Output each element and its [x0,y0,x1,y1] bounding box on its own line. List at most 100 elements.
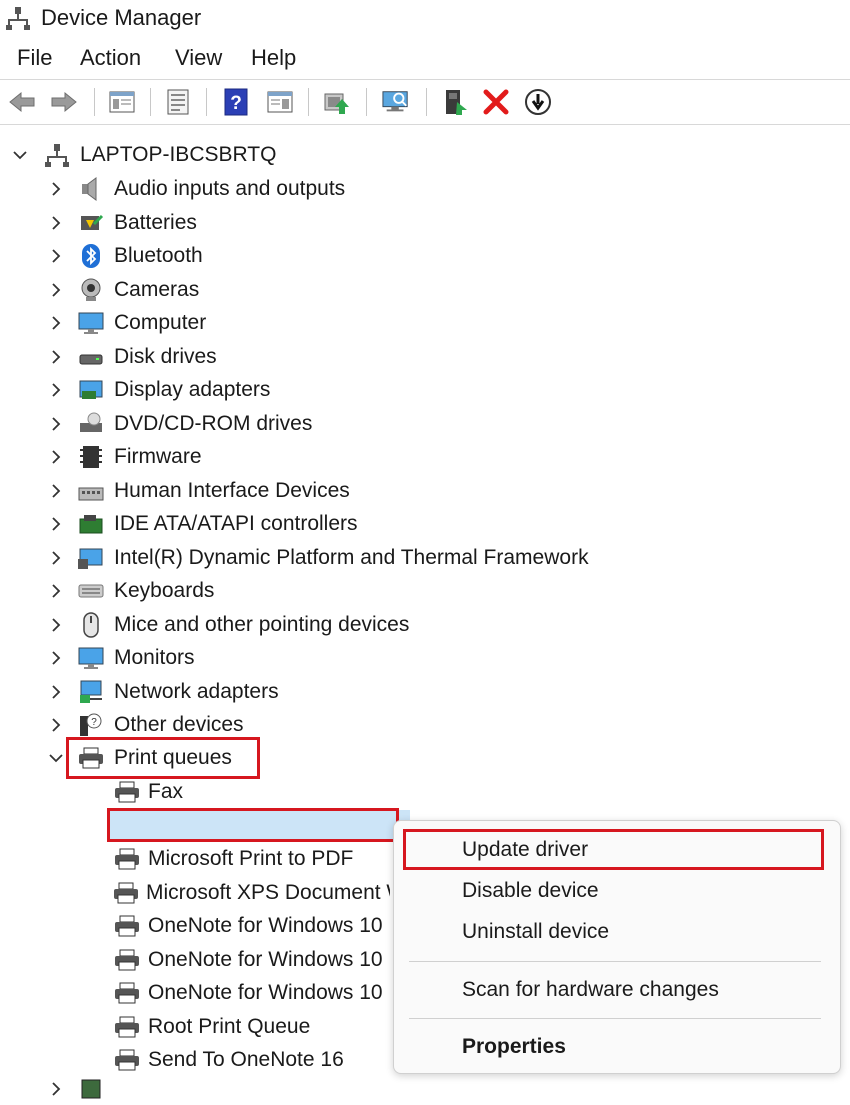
tree-item-category[interactable]: Bluetooth [48,240,203,272]
monitor-icon [76,644,106,672]
chevron-right-icon[interactable] [48,416,64,432]
title-bar: Device Manager [0,0,850,38]
tree-item-printer[interactable]: OneNote for Windows 10 [112,910,390,942]
toolbar-separator [426,88,427,116]
chevron-right-icon[interactable] [48,684,64,700]
menu-update-driver[interactable]: Update driver [462,838,588,862]
tree-item-printer[interactable]: OneNote for Windows 10 [112,944,390,976]
printer-label: OneNote for Windows 10 [148,914,383,937]
menu-action[interactable]: Action [80,45,141,71]
menu-disable-device[interactable]: Disable device [462,879,599,903]
chevron-right-icon[interactable] [48,349,64,365]
chevron-down-icon[interactable] [48,750,64,766]
scan-hardware-icon[interactable] [382,88,410,116]
category-label: DVD/CD-ROM drives [114,411,313,435]
network-adapter-icon [76,678,106,706]
chevron-right-icon[interactable] [48,181,64,197]
tree-item-category[interactable]: Firmware [48,441,202,473]
computer-tree-icon [42,141,72,169]
toolbar-separator [366,88,367,116]
menu-view[interactable]: View [175,45,222,71]
chevron-right-icon[interactable] [48,717,64,733]
window-title: Device Manager [41,5,202,30]
tree-item-category[interactable]: Network adapters [48,676,279,708]
camera-icon [76,276,106,304]
category-label: Disk drives [114,344,217,368]
toolbar-separator [94,88,95,116]
category-label: Bluetooth [114,244,203,267]
update-driver-icon[interactable] [322,88,350,116]
category-label: IDE ATA/ATAPI controllers [114,512,358,535]
printer-icon [112,1046,142,1074]
toolbar-separator [150,88,151,116]
chevron-right-icon[interactable] [48,449,64,465]
tree-item-category[interactable]: Disk drives [48,341,217,373]
chevron-right-icon[interactable] [48,315,64,331]
tree-item-partial[interactable] [48,1073,106,1105]
disable-device-icon[interactable] [524,88,552,116]
chevron-right-icon[interactable] [48,550,64,566]
category-label: Intel(R) Dynamic Platform and Thermal Fr… [114,545,589,569]
menu-help[interactable]: Help [251,45,296,71]
tree-item-printer[interactable]: Fax [112,776,442,808]
printer-label: Microsoft Print to PDF [148,847,354,870]
tree-item-print-queues[interactable]: Print queues [48,742,232,774]
tree-item-printer[interactable]: OneNote for Windows 10 [112,977,390,1009]
menu-scan-hardware[interactable]: Scan for hardware changes [462,978,719,1002]
tree-item-category[interactable]: IDE ATA/ATAPI controllers [48,508,358,540]
printer-icon [112,845,142,873]
printer-label: OneNote for Windows 10 [148,981,383,1004]
chevron-right-icon[interactable] [48,516,64,532]
tree-item-category[interactable]: DVD/CD-ROM drives [48,408,312,440]
tree-item-category[interactable]: Mice and other pointing devices [48,609,409,641]
chevron-right-icon[interactable] [48,617,64,633]
category-label: Firmware [114,445,202,468]
chevron-right-icon[interactable] [48,483,64,499]
chevron-right-icon[interactable] [48,650,64,666]
action-pane-icon[interactable] [266,88,294,116]
toolbar: ? [0,79,850,125]
tree-item-category[interactable]: Keyboards [48,575,214,607]
computer-name: LAPTOP-IBCSBRTQ [80,143,277,166]
hid-icon [76,477,106,505]
chevron-right-icon[interactable] [48,248,64,264]
toolbar-separator [308,88,309,116]
printer-label: Send To OneNote 16 [148,1048,344,1071]
thermal-framework-icon [76,544,106,572]
tree-item-category[interactable]: Audio inputs and outputs [48,173,345,205]
keyboard-icon [76,577,106,605]
printer-icon [112,946,142,974]
chevron-right-icon[interactable] [48,382,64,398]
back-icon[interactable] [8,88,36,116]
chevron-right-icon[interactable] [48,583,64,599]
tree-item-category[interactable]: Cameras [48,274,199,306]
chevron-right-icon[interactable] [48,282,64,298]
svg-text:?: ? [91,717,97,728]
show-hide-console-tree-icon[interactable] [108,88,136,116]
enable-device-icon[interactable] [442,88,470,116]
tree-item-category[interactable]: Human Interface Devices [48,475,350,507]
printer-label: OneNote for Windows 10 [148,947,383,971]
tree-item-category[interactable]: Computer [48,307,206,339]
properties-icon[interactable] [164,88,192,116]
tree-root[interactable]: LAPTOP-IBCSBRTQ [12,139,276,171]
chevron-right-icon[interactable] [48,1081,64,1097]
menu-properties[interactable]: Properties [462,1035,566,1059]
tree-item-category[interactable]: Intel(R) Dynamic Platform and Thermal Fr… [48,542,589,574]
menu-bar: File Action View Help [0,40,850,76]
tree-item-category[interactable]: Batteries [48,207,197,239]
tree-item-category[interactable]: Display adapters [48,374,270,406]
printer-icon [112,879,140,907]
menu-uninstall-device[interactable]: Uninstall device [462,920,609,944]
tree-item-printer[interactable]: Microsoft XPS Document Writer [112,877,390,909]
help-icon[interactable]: ? [222,88,250,116]
chevron-right-icon[interactable] [48,215,64,231]
printer-icon [112,979,142,1007]
processor-icon [76,1075,106,1103]
highlight-box [107,808,399,842]
forward-icon[interactable] [50,88,78,116]
tree-item-category[interactable]: Monitors [48,642,195,674]
menu-file[interactable]: File [17,45,52,71]
chevron-down-icon[interactable] [12,147,28,163]
uninstall-icon[interactable] [482,88,510,116]
